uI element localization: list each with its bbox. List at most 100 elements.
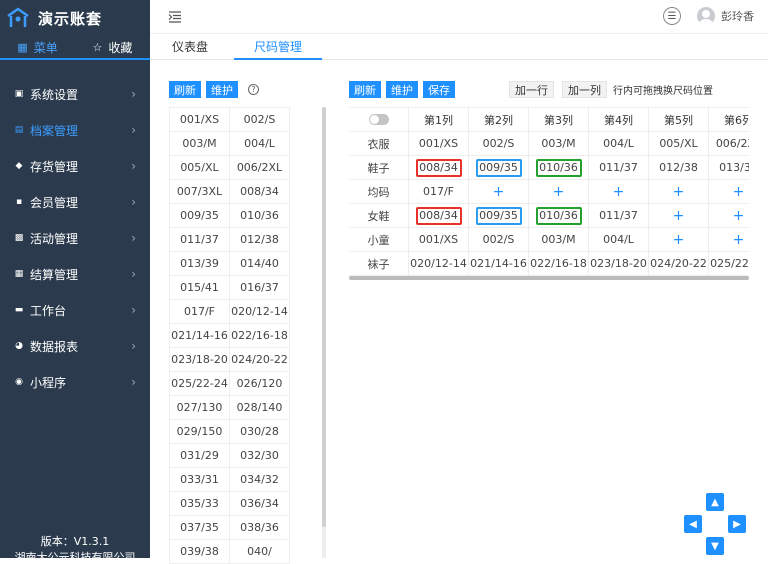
size-cell[interactable]: 009/35 xyxy=(469,156,529,180)
size-cell[interactable]: 006/2XL xyxy=(230,156,290,180)
size-cell[interactable]: 012/38 xyxy=(649,156,709,180)
size-cell[interactable]: 005/XL xyxy=(649,132,709,156)
size-cell[interactable]: 021/14-16 xyxy=(170,324,230,348)
size-cell[interactable]: 007/3XL xyxy=(170,180,230,204)
tab-favorites[interactable]: ☆ 收藏 xyxy=(75,36,150,58)
size-cell[interactable]: 025/22-24 xyxy=(170,372,230,396)
size-cell[interactable]: 001/XS xyxy=(170,108,230,132)
sidebar-item-workbench[interactable]: ▬ 工作台 › xyxy=(0,292,150,328)
size-cell[interactable]: 028/140 xyxy=(230,396,290,420)
size-cell[interactable]: 023/18-20 xyxy=(589,252,649,276)
size-cell[interactable]: 004/L xyxy=(589,132,649,156)
size-cell[interactable]: 010/36 xyxy=(230,204,290,228)
size-cell[interactable]: 010/36 xyxy=(529,156,589,180)
size-cell[interactable]: 013/39 xyxy=(170,252,230,276)
size-cell[interactable]: 024/20-22 xyxy=(649,252,709,276)
size-cell[interactable]: 016/37 xyxy=(230,276,290,300)
arrow-left-icon[interactable]: ◀ xyxy=(684,515,702,533)
sidebar-item-members[interactable]: ▪ 会员管理 › xyxy=(0,184,150,220)
size-cell[interactable]: 001/XS xyxy=(409,132,469,156)
add-cell-button[interactable]: + xyxy=(589,180,649,204)
add-cell-button[interactable]: + xyxy=(529,180,589,204)
size-cell[interactable]: 002/S xyxy=(230,108,290,132)
add-row-button[interactable]: 加一行 xyxy=(509,81,554,98)
sidebar-item-settlement[interactable]: ▦ 结算管理 › xyxy=(0,256,150,292)
size-cell[interactable]: 031/29 xyxy=(170,444,230,468)
size-cell[interactable]: 014/40 xyxy=(230,252,290,276)
horizontal-scrollbar[interactable] xyxy=(349,276,749,280)
size-cell[interactable]: 038/36 xyxy=(230,516,290,540)
add-cell-button[interactable]: + xyxy=(709,228,749,252)
add-cell-button[interactable]: + xyxy=(709,204,749,228)
size-cell[interactable]: 010/36 xyxy=(529,204,589,228)
size-cell[interactable]: 003/M xyxy=(529,228,589,252)
size-cell[interactable]: 036/34 xyxy=(230,492,290,516)
size-cell[interactable]: 021/14-16 xyxy=(469,252,529,276)
help-icon[interactable]: ? xyxy=(248,84,259,95)
avatar[interactable] xyxy=(697,7,715,25)
size-cell[interactable]: 037/35 xyxy=(170,516,230,540)
size-cell[interactable]: 033/31 xyxy=(170,468,230,492)
size-cell[interactable]: 020/12-14 xyxy=(230,300,290,324)
sidebar-item-system-settings[interactable]: ▣ 系统设置 › xyxy=(0,76,150,112)
size-cell[interactable]: 009/35 xyxy=(469,204,529,228)
username[interactable]: 彭玲香 xyxy=(721,8,754,24)
tab-dashboard[interactable]: 仪表盘 xyxy=(150,34,230,59)
size-cell[interactable]: 017/F xyxy=(170,300,230,324)
size-cell[interactable]: 011/37 xyxy=(589,156,649,180)
add-cell-button[interactable]: + xyxy=(709,180,749,204)
size-cell[interactable]: 040/ xyxy=(230,540,290,564)
size-cell[interactable]: 020/12-14 xyxy=(409,252,469,276)
add-cell-button[interactable]: + xyxy=(649,204,709,228)
toggle-switch[interactable] xyxy=(368,114,389,125)
add-cell-button[interactable]: + xyxy=(469,180,529,204)
vertical-scrollbar[interactable] xyxy=(322,107,326,527)
size-cell[interactable]: 035/33 xyxy=(170,492,230,516)
size-cell[interactable]: 029/150 xyxy=(170,420,230,444)
size-cell[interactable]: 023/18-20 xyxy=(170,348,230,372)
sidebar-item-archive[interactable]: ▤ 档案管理 › xyxy=(0,112,150,148)
size-cell[interactable]: 001/XS xyxy=(409,228,469,252)
size-cell[interactable]: 004/L xyxy=(589,228,649,252)
size-cell[interactable]: 002/S xyxy=(469,228,529,252)
size-cell[interactable]: 024/20-22 xyxy=(230,348,290,372)
right-maintain-button[interactable]: 维护 xyxy=(386,81,418,98)
size-cell[interactable]: 032/30 xyxy=(230,444,290,468)
sidebar-item-miniprogram[interactable]: ◉ 小程序 › xyxy=(0,364,150,400)
tab-size-management[interactable]: 尺码管理 xyxy=(234,34,322,60)
add-cell-button[interactable]: + xyxy=(649,228,709,252)
arrow-right-icon[interactable]: ▶ xyxy=(728,515,746,533)
size-cell[interactable]: 008/34 xyxy=(230,180,290,204)
size-cell[interactable]: 005/XL xyxy=(170,156,230,180)
size-cell[interactable]: 022/16-18 xyxy=(529,252,589,276)
arrow-down-icon[interactable]: ▼ xyxy=(706,537,724,555)
sidebar-item-inventory[interactable]: ◆ 存货管理 › xyxy=(0,148,150,184)
size-cell[interactable]: 026/120 xyxy=(230,372,290,396)
size-cell[interactable]: 009/35 xyxy=(170,204,230,228)
size-cell[interactable]: 002/S xyxy=(469,132,529,156)
size-cell[interactable]: 034/32 xyxy=(230,468,290,492)
size-cell[interactable]: 025/22-24 xyxy=(709,252,749,276)
right-refresh-button[interactable]: 刷新 xyxy=(349,81,381,98)
size-cell[interactable]: 003/M xyxy=(170,132,230,156)
size-cell[interactable]: 003/M xyxy=(529,132,589,156)
size-cell[interactable]: 013/39 xyxy=(709,156,749,180)
size-cell[interactable]: 022/16-18 xyxy=(230,324,290,348)
size-cell[interactable]: 008/34 xyxy=(409,156,469,180)
left-refresh-button[interactable]: 刷新 xyxy=(169,81,201,98)
indent-icon[interactable] xyxy=(168,10,182,23)
sidebar-item-activities[interactable]: ▩ 活动管理 › xyxy=(0,220,150,256)
sidebar-item-reports[interactable]: ◕ 数据报表 › xyxy=(0,328,150,364)
size-cell[interactable]: 030/28 xyxy=(230,420,290,444)
size-cell[interactable]: 015/41 xyxy=(170,276,230,300)
save-button[interactable]: 保存 xyxy=(423,81,455,98)
add-column-button[interactable]: 加一列 xyxy=(562,81,607,98)
size-cell[interactable]: 008/34 xyxy=(409,204,469,228)
size-cell[interactable]: 017/F xyxy=(409,180,469,204)
size-cell[interactable]: 012/38 xyxy=(230,228,290,252)
left-maintain-button[interactable]: 维护 xyxy=(206,81,238,98)
size-cell[interactable]: 011/37 xyxy=(170,228,230,252)
size-cell[interactable]: 004/L xyxy=(230,132,290,156)
arrow-up-icon[interactable]: ▲ xyxy=(706,493,724,511)
tab-menu[interactable]: ▦ 菜单 xyxy=(0,36,75,58)
